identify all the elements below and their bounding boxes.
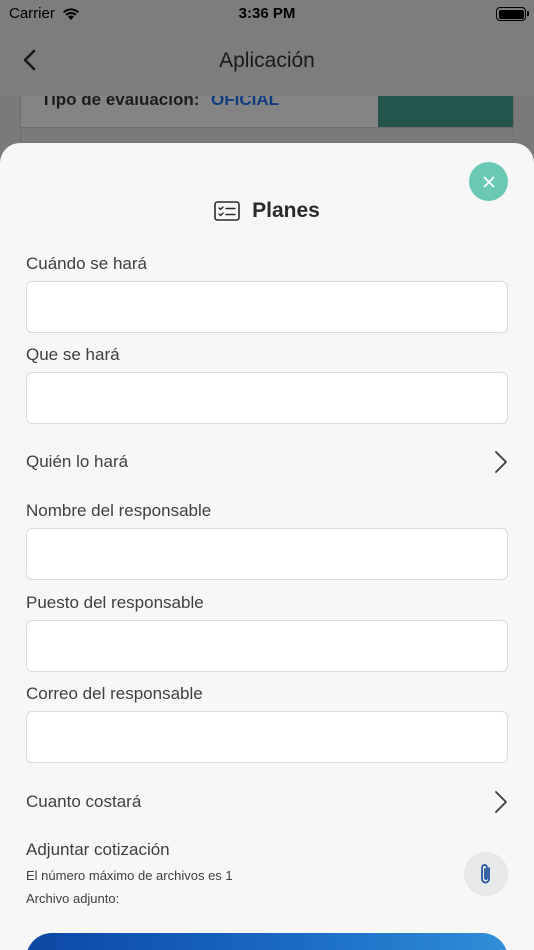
submit-button[interactable] <box>26 933 508 950</box>
what-label: Que se hará <box>26 345 120 364</box>
close-button[interactable] <box>469 162 508 201</box>
cost-picker-row[interactable]: Cuanto costará <box>26 782 508 822</box>
manager-email-field[interactable] <box>26 711 508 763</box>
manager-name-label: Nombre del responsable <box>26 501 212 520</box>
page-title: Aplicación <box>219 49 315 72</box>
sheet-header: Planes <box>0 199 534 223</box>
manager-name-field[interactable] <box>26 528 508 580</box>
attached-file-label: Archivo adjunto: <box>26 891 120 906</box>
when-input[interactable] <box>27 282 507 332</box>
manager-position-input[interactable] <box>27 621 507 671</box>
planes-sheet: Planes Cuándo se hará Que se hará Quién … <box>0 143 534 950</box>
who-picker-row[interactable]: Quién lo hará <box>26 442 508 482</box>
attach-button[interactable] <box>464 852 508 896</box>
battery-icon <box>496 7 529 21</box>
manager-email-input[interactable] <box>27 712 507 762</box>
chevron-right-icon <box>495 451 507 473</box>
manager-name-input[interactable] <box>27 529 507 579</box>
who-label: Quién lo hará <box>26 452 129 471</box>
close-icon <box>483 176 494 187</box>
chevron-right-icon <box>495 791 507 813</box>
manager-email-label: Correo del responsable <box>26 684 203 703</box>
evaluation-type-label: Tipo de evaluación: <box>41 96 200 109</box>
status-bar: Carrier 3:36 PM <box>0 0 534 28</box>
checklist-card-icon <box>214 201 240 221</box>
when-field[interactable] <box>26 281 508 333</box>
clock: 3:36 PM <box>238 5 296 22</box>
sheet-title: Planes <box>252 199 320 222</box>
evaluation-type-row: Tipo de evaluación: OFICIAL <box>21 96 513 128</box>
paperclip-icon <box>481 864 490 884</box>
background-button <box>378 96 513 127</box>
max-files-note: El número máximo de archivos es 1 <box>26 868 233 883</box>
when-label: Cuándo se hará <box>26 254 147 273</box>
manager-position-label: Puesto del responsable <box>26 593 204 612</box>
attach-quote-label: Adjuntar cotización <box>26 840 170 859</box>
manager-position-field[interactable] <box>26 620 508 672</box>
cost-label: Cuanto costará <box>26 792 142 811</box>
evaluation-type-value: OFICIAL <box>211 96 279 109</box>
what-field[interactable] <box>26 372 508 424</box>
what-input[interactable] <box>27 373 507 423</box>
nav-bar: Aplicación <box>0 28 534 96</box>
